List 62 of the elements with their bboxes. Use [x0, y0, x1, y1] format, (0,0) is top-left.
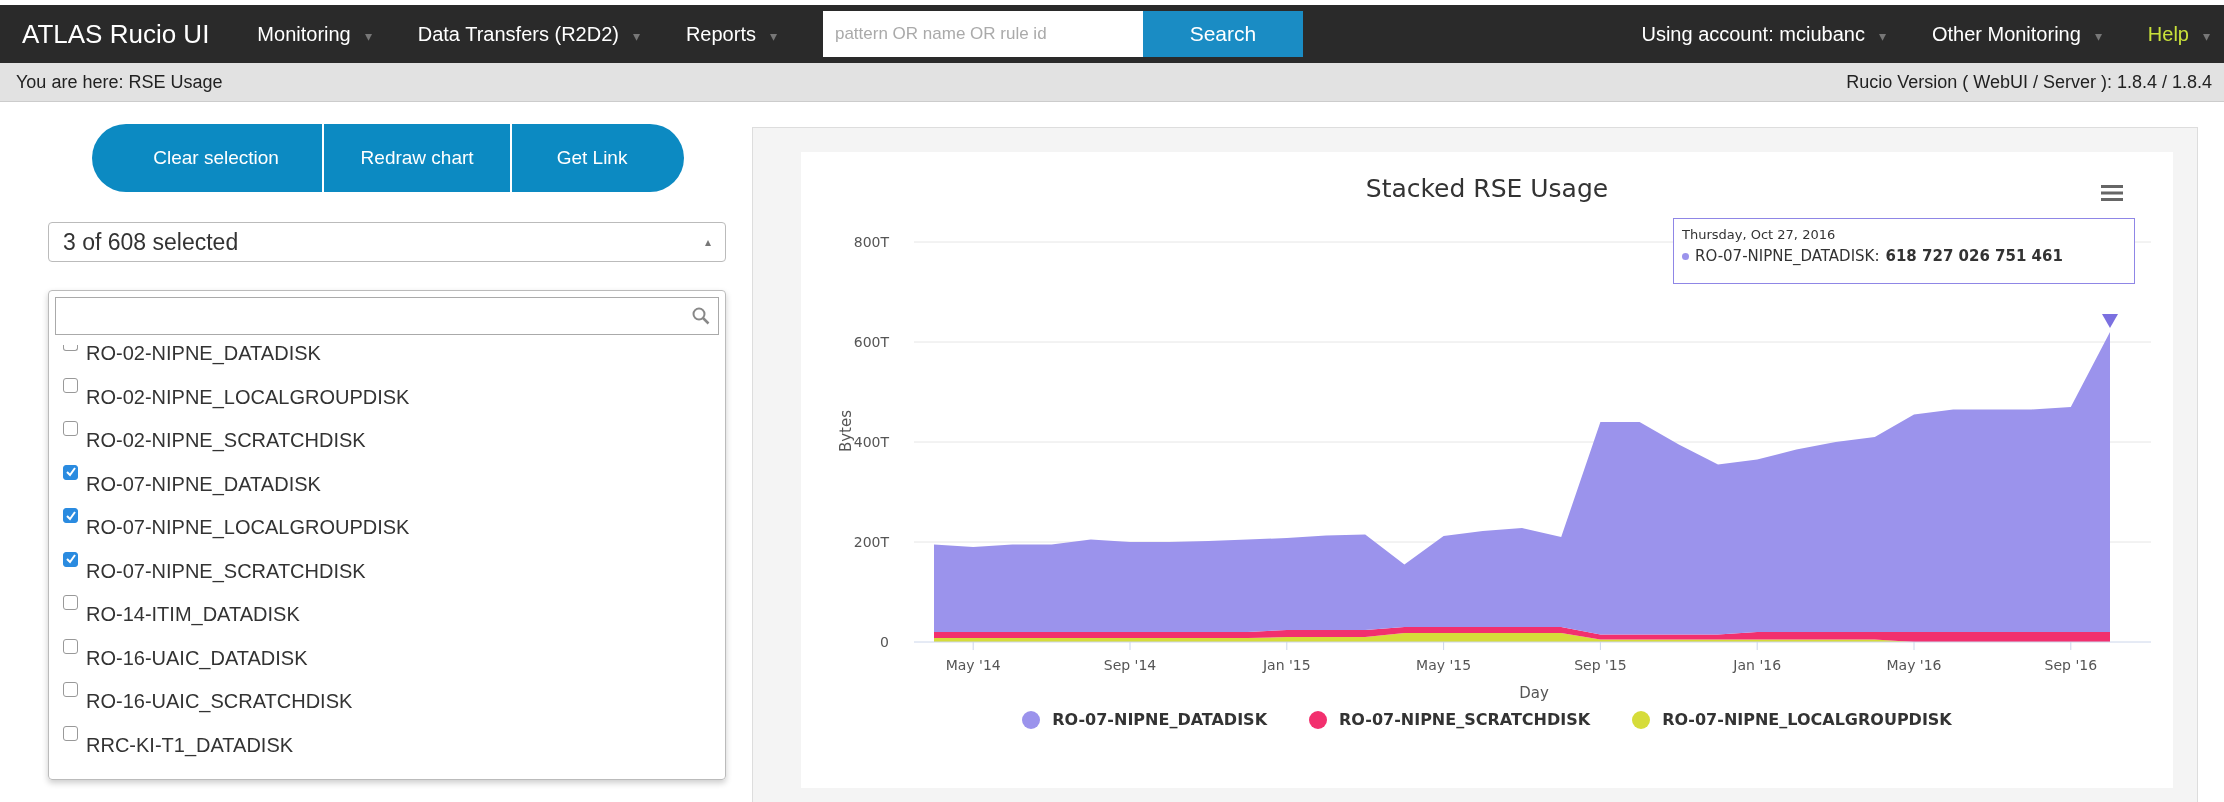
- checkbox[interactable]: [63, 508, 78, 523]
- rse-option[interactable]: RO-07-NIPNE_LOCALGROUPDISK: [86, 516, 410, 539]
- search-icon: [692, 307, 710, 325]
- rse-select[interactable]: 3 of 608 selected ▴: [48, 222, 726, 262]
- nav-menu[interactable]: Using account: mciubanc ▾: [1641, 22, 1886, 46]
- x-tick-label: Jan '15: [1262, 657, 1311, 673]
- y-tick-label: 0: [880, 634, 889, 650]
- action-button[interactable]: Get Link: [512, 124, 684, 192]
- x-tick-label: May '15: [1416, 657, 1472, 673]
- nav-menu[interactable]: Reports ▾: [685, 22, 777, 46]
- rse-option[interactable]: RO-14-ITIM_DATADISK: [86, 603, 300, 626]
- rse-option[interactable]: RO-07-NIPNE_SCRATCHDISK: [86, 559, 366, 583]
- checkbox[interactable]: [63, 421, 78, 436]
- search-field[interactable]: pattern OR name OR rule id: [822, 11, 1143, 57]
- rse-option[interactable]: RO-07-NIPNE_DATADISK: [86, 472, 321, 496]
- nav-menu[interactable]: Data Transfers (R2D2) ▾: [417, 22, 640, 46]
- action-button[interactable]: Clear selection: [92, 124, 323, 192]
- x-tick-label: May '14: [945, 657, 1001, 673]
- rse-option[interactable]: RO-02-NIPNE_LOCALGROUPDISK: [86, 385, 410, 409]
- nav-menu[interactable]: Monitoring ▾: [257, 22, 372, 46]
- checkbox[interactable]: [63, 682, 78, 697]
- y-tick-label: 800T: [853, 234, 889, 250]
- menu-icon[interactable]: [2101, 184, 2123, 202]
- checkbox[interactable]: [63, 377, 78, 393]
- chart-title: Stacked RSE Usage: [1364, 173, 1610, 205]
- rse-option[interactable]: RO-16-UAIC_DATADISK: [86, 646, 308, 670]
- legend-item[interactable]: RO-07-NIPNE_DATADISK: [1022, 710, 1268, 729]
- legend-item[interactable]: RO-07-NIPNE_SCRATCHDISK: [1309, 710, 1591, 729]
- y-tick-label: 600T: [853, 334, 889, 350]
- hover-marker: [2102, 314, 2118, 328]
- legend-item[interactable]: RO-07-NIPNE_LOCALGROUPDISK: [1632, 710, 1952, 729]
- checkbox[interactable]: [63, 345, 78, 351]
- x-tick-label: Sep '15: [1574, 657, 1627, 673]
- filter-field[interactable]: [55, 297, 719, 335]
- series-dot-icon: [1682, 252, 1689, 260]
- y-tick-label: 400T: [853, 434, 889, 450]
- checkbox[interactable]: [63, 551, 78, 567]
- brand-title[interactable]: ATLAS Rucio UI: [22, 18, 210, 50]
- breadcrumb: You are here: RSE Usage: [16, 71, 223, 93]
- y-axis-title: Bytes: [837, 409, 855, 453]
- version-text: Rucio Version ( WebUI / Server ): 1.8.4 / 1.8.4: [1846, 71, 2212, 93]
- x-tick-label: Jan '16: [1733, 657, 1782, 673]
- x-tick-label: May '16: [1886, 657, 1942, 673]
- nav-menu[interactable]: Other Monitoring ▾: [1931, 22, 2102, 46]
- checkbox[interactable]: [63, 725, 78, 741]
- rse-option[interactable]: RRC-KI-T1_DATADISK: [86, 733, 294, 757]
- x-tick-label: Sep '16: [2044, 657, 2098, 673]
- nav-menu[interactable]: Help ▾: [2147, 22, 2210, 46]
- y-tick-label: 200T: [853, 534, 889, 550]
- x-tick-label: Sep '14: [1103, 657, 1157, 673]
- x-axis-title: Day: [1519, 684, 1549, 702]
- checkbox[interactable]: [63, 595, 78, 610]
- search-button[interactable]: Search: [1142, 11, 1303, 57]
- tooltip-date: Thursday, Oct 27, 2016: [1682, 227, 1837, 242]
- rse-option[interactable]: RO-02-NIPNE_DATADISK: [86, 342, 321, 365]
- checkbox[interactable]: [63, 464, 78, 480]
- rse-option[interactable]: RO-16-UAIC_SCRATCHDISK: [86, 690, 353, 713]
- rse-option[interactable]: RO-02-NIPNE_SCRATCHDISK: [86, 429, 366, 452]
- tooltip-series: RO-07-NIPNE_DATADISK:: [1695, 247, 1880, 265]
- checkbox[interactable]: [63, 638, 78, 654]
- action-button[interactable]: Redraw chart: [324, 124, 511, 192]
- tooltip-value: 618 727 026 751 461: [1885, 247, 2063, 265]
